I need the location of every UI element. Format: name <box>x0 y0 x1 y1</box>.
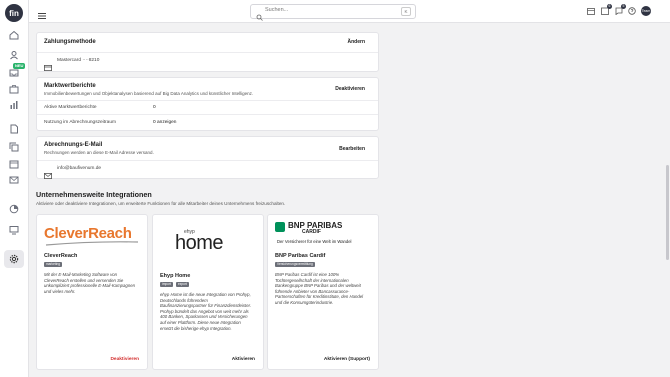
deactivate-market-reports-button[interactable]: Deaktivieren <box>335 86 365 92</box>
billing-email-value: info@baufivenum.de <box>57 166 102 171</box>
activate-bnp-button[interactable]: Aktivieren (Support) <box>324 357 370 362</box>
tag: Versicherungsvermittlung <box>275 262 315 267</box>
billing-email-description: Rechnungen werden an diese E-Mail Adress… <box>44 150 154 155</box>
change-payment-button[interactable]: Ändern <box>348 39 366 45</box>
divider <box>37 160 378 161</box>
integration-name: Ehyp Home <box>160 273 191 279</box>
divider <box>37 114 378 115</box>
billing-email-card: Abrechnungs-E-Mail Rechnungen werden an … <box>36 136 379 179</box>
notifications-icon[interactable]: 6 <box>601 4 612 15</box>
market-reports-description: Immobilienbewertungen und Objektanalysen… <box>44 91 254 96</box>
search-shortcut: K <box>401 7 411 16</box>
billing-email-title: Abrechnungs-E-Mail <box>44 142 103 148</box>
bnp-stars-icon <box>275 222 285 232</box>
bnp-paribas-logo: BNP PARIBAS CARDIF Der Versicherer für e… <box>275 221 352 244</box>
integration-card-bnp-paribas: BNP PARIBAS CARDIF Der Versicherer für e… <box>267 214 379 370</box>
row-value: 0 anzeigen <box>153 120 177 125</box>
document-icon[interactable] <box>9 124 19 134</box>
pie-chart-icon[interactable] <box>9 204 19 214</box>
sidebar: fin NEU <box>0 0 29 377</box>
app-logo[interactable]: fin <box>5 4 23 22</box>
ehyp-home-logo: ehyp home <box>175 229 224 254</box>
messages-icon[interactable]: 5 <box>615 4 626 15</box>
row-label: Aktive Marktwertberichte <box>44 105 97 110</box>
tag: marketing <box>44 262 62 267</box>
inbox-icon[interactable] <box>9 68 19 78</box>
row-value: 0 <box>153 105 156 110</box>
divider <box>37 52 378 53</box>
avatar[interactable]: Team <box>641 6 651 16</box>
divider <box>37 100 378 101</box>
mail-icon <box>44 166 52 179</box>
gear-icon[interactable] <box>9 254 19 264</box>
scrollbar-thumb[interactable] <box>666 165 669 260</box>
integration-card-cleverreach: CleverReach CleverReach marketing Mit de… <box>36 214 148 370</box>
monitor-icon[interactable] <box>9 225 19 235</box>
integrations-title: Unternehmensweite Integrationen <box>36 190 152 199</box>
menu-icon[interactable] <box>38 7 46 19</box>
chart-icon[interactable] <box>9 100 19 110</box>
integration-name: CleverReach <box>44 253 78 259</box>
notifications-badge: 6 <box>607 4 612 9</box>
tag: export <box>176 282 189 287</box>
integration-card-ehyp-home: ehyp home Ehyp Home import export ehyp H… <box>152 214 264 370</box>
home-icon[interactable] <box>9 30 19 40</box>
activate-ehyp-button[interactable]: Aktivieren <box>232 357 255 362</box>
copy-icon[interactable] <box>9 142 19 152</box>
search-placeholder: Suchen... <box>265 7 289 13</box>
card-label: Mastercard ····8210 <box>57 58 100 63</box>
search-icon <box>256 8 263 21</box>
row-label: Nutzung im Abrechnungszeitraum <box>44 120 116 125</box>
messages-badge: 5 <box>621 4 626 9</box>
integrations-description: Aktiviere oder deaktiviere Integrationen… <box>36 201 286 206</box>
help-icon[interactable] <box>628 7 636 15</box>
edit-billing-email-button[interactable]: Bearbeiten <box>339 146 365 152</box>
calendar-icon[interactable] <box>587 7 595 15</box>
payment-method-title: Zahlungsmethode <box>44 39 96 45</box>
cleverreach-logo: CleverReach <box>44 225 140 246</box>
search-input[interactable]: Suchen... K <box>250 4 416 21</box>
deactivate-cleverreach-button[interactable]: Deaktivieren <box>110 357 139 362</box>
integration-description: ehyp Home ist die neue Integration von P… <box>160 292 252 331</box>
briefcase-icon[interactable] <box>9 84 19 94</box>
users-icon[interactable] <box>9 50 19 60</box>
payment-method-card: Zahlungsmethode Ändern Mastercard ····82… <box>36 32 379 72</box>
tag: import <box>160 282 173 287</box>
market-reports-card: Marktwertberichte Immobilienbewertungen … <box>36 77 379 131</box>
market-reports-title: Marktwertberichte <box>44 83 96 89</box>
top-bar: Suchen... K 6 5 Team <box>29 0 670 23</box>
integration-name: BNP Paribas Cardif <box>275 253 326 259</box>
calendar-icon[interactable] <box>9 159 19 169</box>
mail-icon[interactable] <box>9 175 19 185</box>
integration-description: Mit der E-Mail-Marketing Software von Cl… <box>44 272 135 294</box>
integration-description: BNP Paribas Cardif ist eine 100% Tochter… <box>275 272 364 305</box>
credit-card-icon <box>44 58 52 71</box>
